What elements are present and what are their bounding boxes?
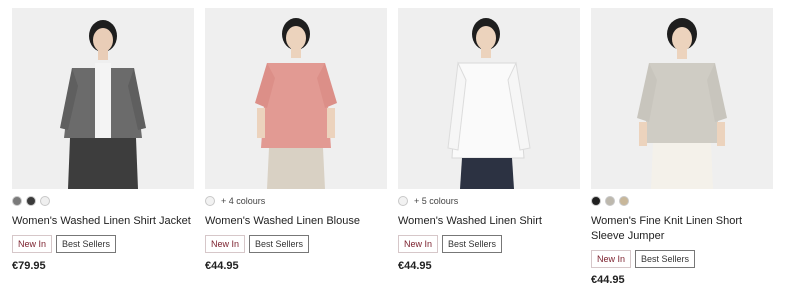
product-price: €79.95 [12, 260, 46, 272]
best-sellers-badge: Best Sellers [635, 250, 696, 268]
product-name[interactable]: Women's Washed Linen Blouse [205, 214, 387, 229]
colour-swatch[interactable] [398, 196, 408, 206]
product-image[interactable] [205, 8, 387, 189]
colour-swatch[interactable] [591, 196, 601, 206]
badges: New In Best Sellers [591, 250, 773, 268]
best-sellers-badge: Best Sellers [442, 235, 503, 253]
badges: New In Best Sellers [12, 235, 194, 253]
product-card[interactable]: + 4 colours Women's Washed Linen Blouse … [205, 8, 387, 272]
badges: New In Best Sellers [398, 235, 580, 253]
colour-swatches [591, 194, 773, 208]
product-price: €44.95 [398, 260, 432, 272]
new-in-badge: New In [398, 235, 439, 253]
product-name[interactable]: Women's Washed Linen Shirt Jacket [12, 214, 194, 229]
best-sellers-badge: Best Sellers [249, 235, 310, 253]
colour-swatches [12, 194, 194, 208]
product-card[interactable]: + 5 colours Women's Washed Linen Shirt N… [398, 8, 580, 272]
product-grid: Women's Washed Linen Shirt Jacket New In… [0, 0, 785, 286]
product-price: €44.95 [205, 260, 239, 272]
product-image[interactable] [398, 8, 580, 189]
product-image[interactable] [591, 8, 773, 189]
colour-swatch[interactable] [205, 196, 215, 206]
new-in-badge: New In [205, 235, 246, 253]
colour-swatch[interactable] [12, 196, 22, 206]
colour-swatch[interactable] [619, 196, 629, 206]
more-colours-label[interactable]: + 5 colours [414, 196, 458, 206]
colour-swatches: + 5 colours [398, 194, 580, 208]
product-image[interactable] [12, 8, 194, 189]
product-card[interactable]: Women's Fine Knit Linen Short Sleeve Jum… [591, 8, 773, 286]
colour-swatches: + 4 colours [205, 194, 387, 208]
product-name[interactable]: Women's Washed Linen Shirt [398, 214, 580, 229]
product-card[interactable]: Women's Washed Linen Shirt Jacket New In… [12, 8, 194, 272]
new-in-badge: New In [12, 235, 53, 253]
colour-swatch[interactable] [40, 196, 50, 206]
best-sellers-badge: Best Sellers [56, 235, 117, 253]
product-name[interactable]: Women's Fine Knit Linen Short Sleeve Jum… [591, 214, 773, 244]
product-price: €44.95 [591, 274, 625, 286]
colour-swatch[interactable] [605, 196, 615, 206]
new-in-badge: New In [591, 250, 632, 268]
badges: New In Best Sellers [205, 235, 387, 253]
more-colours-label[interactable]: + 4 colours [221, 196, 265, 206]
colour-swatch[interactable] [26, 196, 36, 206]
